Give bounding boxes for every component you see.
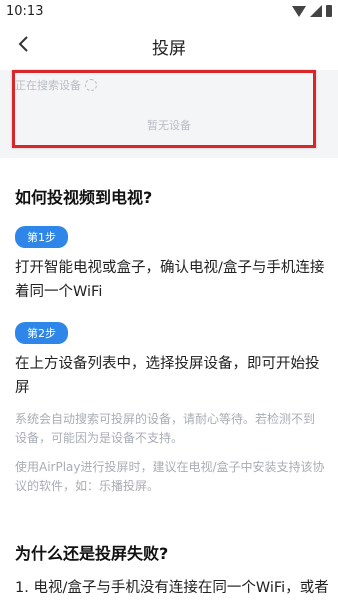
faq-item: 1. 电视/盒子与手机没有连接在同一个WiFi，或者	[15, 580, 329, 596]
faq-title: 为什么还是投屏失败?	[15, 544, 169, 563]
status-time: 10:13	[6, 4, 44, 19]
help-section: 如何投视频到电视? 第1步 打开智能电视或盒子，确认电视/盒子与手机连接着同一个…	[15, 184, 325, 496]
step-text: 在上方设备列表中，选择投屏设备，即可开始投屏	[15, 356, 320, 396]
step-badge: 第2步	[15, 322, 68, 344]
nav-bar: 投屏	[0, 24, 338, 64]
help-note: 使用AirPlay进行投屏时，建议在电视/盒子中安装支持该协议的软件，如：乐播投…	[15, 460, 325, 493]
page-title: 投屏	[152, 39, 186, 59]
step-1: 第1步 打开智能电视或盒子，确认电视/盒子与手机连接着同一个WiFi	[15, 208, 325, 304]
step-2: 第2步 在上方设备列表中，选择投屏设备，即可开始投屏	[15, 304, 325, 400]
signal-icon	[310, 5, 322, 17]
wifi-icon	[292, 5, 306, 17]
battery-icon	[326, 5, 332, 17]
highlight-box	[12, 70, 316, 148]
step-text: 打开智能电视或盒子，确认电视/盒子与手机连接着同一个WiFi	[15, 260, 325, 300]
faq-section: 为什么还是投屏失败? 1. 电视/盒子与手机没有连接在同一个WiFi，或者	[15, 540, 333, 597]
help-title: 如何投视频到电视?	[15, 188, 153, 207]
step-badge: 第1步	[15, 226, 68, 248]
status-bar: 10:13	[0, 0, 338, 24]
help-note: 系统会自动搜索可投屏的设备，请耐心等待。若检测不到设备，可能因为是设备不支持。	[15, 412, 316, 445]
status-icons	[292, 5, 332, 17]
